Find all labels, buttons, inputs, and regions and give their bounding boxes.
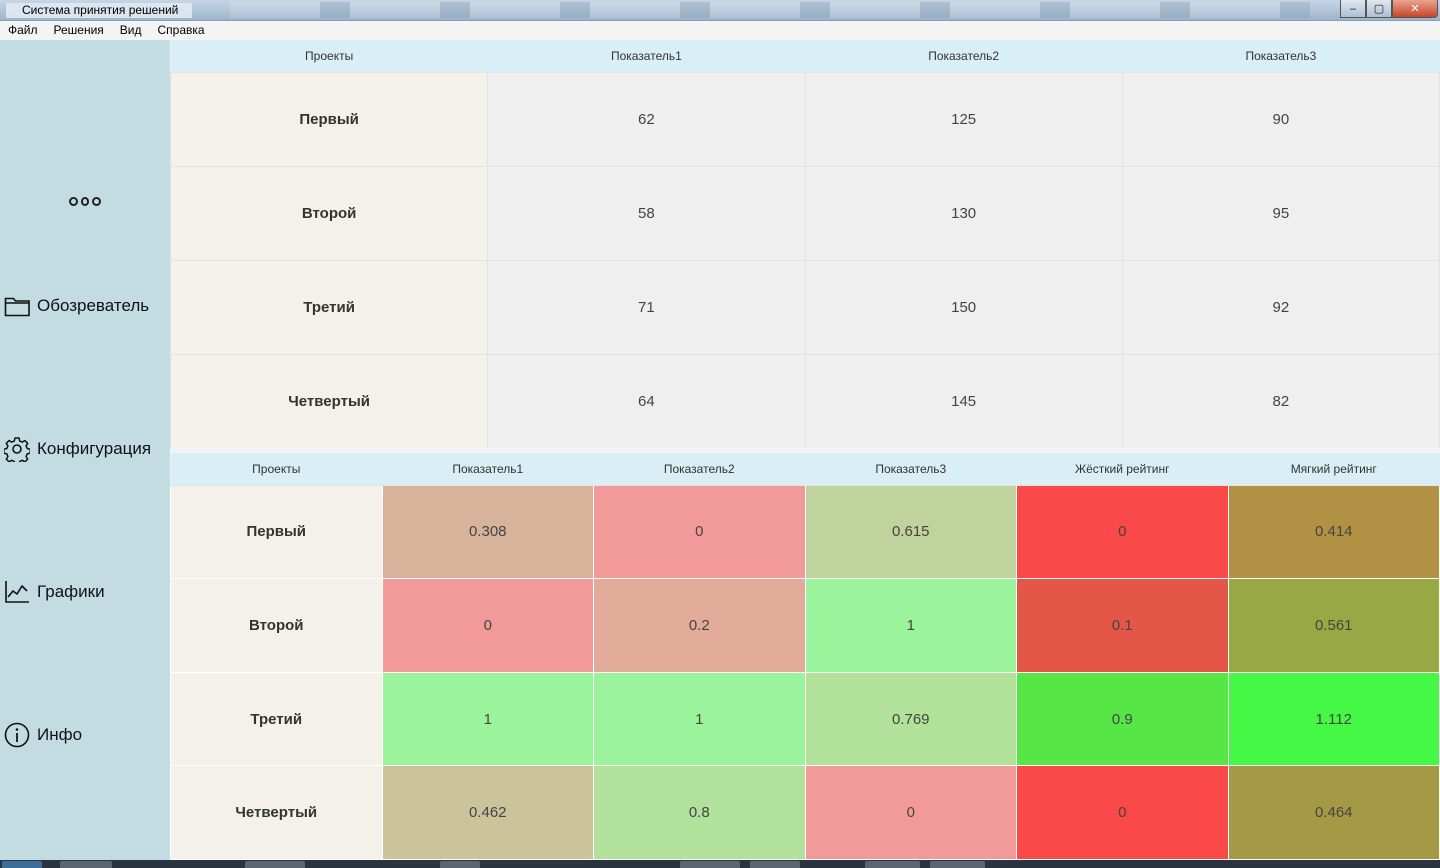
taskbar-button[interactable] <box>245 861 305 868</box>
maximize-button[interactable]: ▢ <box>1366 0 1392 18</box>
column-header[interactable]: Показатель3 <box>805 453 1017 486</box>
table-cell[interactable]: 92 <box>1121 259 1440 355</box>
start-button[interactable] <box>2 861 42 868</box>
sidebar-item-label: Инфо <box>37 725 83 744</box>
rating-cell[interactable]: 0 <box>381 578 594 673</box>
rating-cell[interactable]: 0 <box>804 765 1017 860</box>
sidebar-item-info[interactable]: Инфо <box>3 722 82 748</box>
more-icon[interactable] <box>69 197 102 209</box>
project-name[interactable]: Первый <box>169 71 489 167</box>
sidebar-item-charts[interactable]: Графики <box>3 579 105 605</box>
table-cell[interactable]: 71 <box>487 259 806 355</box>
rating-cell[interactable]: 0.1 <box>1016 578 1229 673</box>
menu-bar: Файл Решения Вид Справка <box>0 21 1440 40</box>
table-row[interactable]: Первый 62 125 90 <box>169 71 1440 167</box>
rating-cell[interactable]: 0 <box>1016 765 1229 860</box>
rating-cell[interactable]: 0.9 <box>1016 671 1229 767</box>
project-name[interactable]: Третий <box>169 259 489 355</box>
folder-icon <box>3 293 31 319</box>
rating-cell[interactable]: 0.615 <box>804 484 1017 580</box>
table-cell[interactable]: 125 <box>804 71 1123 167</box>
window-controls: ‒ ▢ ✕ <box>1340 0 1438 18</box>
column-header[interactable]: Показатель2 <box>593 453 805 486</box>
menu-view[interactable]: Вид <box>120 21 142 40</box>
column-header[interactable]: Показатель2 <box>805 40 1123 73</box>
menu-decisions[interactable]: Решения <box>54 21 104 40</box>
taskbar-button[interactable] <box>750 861 800 868</box>
sidebar-item-label: Графики <box>37 582 105 601</box>
sidebar-item-configuration[interactable]: Конфигурация <box>3 436 151 462</box>
sidebar: Обозреватель Конфигурация Графики Инфо <box>0 40 170 860</box>
menu-help[interactable]: Справка <box>158 21 205 40</box>
project-name[interactable]: Второй <box>170 578 383 673</box>
taskbar-button[interactable] <box>865 861 920 868</box>
table-cell[interactable]: 64 <box>487 353 806 449</box>
table-row[interactable]: Четвертый 64 145 82 <box>169 353 1440 449</box>
project-name[interactable]: Четвертый <box>170 765 383 860</box>
table-row[interactable]: Четвертый 0.462 0.8 0 0 0.464 <box>170 765 1440 860</box>
rating-cell[interactable]: 0.308 <box>381 484 594 580</box>
table-cell[interactable]: 95 <box>1121 165 1440 261</box>
table-cell[interactable]: 82 <box>1121 353 1440 449</box>
table-cell[interactable]: 150 <box>804 259 1123 355</box>
column-header[interactable]: Проекты <box>170 453 382 486</box>
raw-values-table: Проекты Показатель1 Показатель2 Показате… <box>169 40 1440 449</box>
sidebar-item-label: Конфигурация <box>37 439 152 458</box>
rating-cell[interactable]: 0.464 <box>1227 765 1440 860</box>
column-header[interactable]: Мягкий рейтинг <box>1228 453 1440 486</box>
rating-cell[interactable]: 1 <box>804 578 1017 673</box>
rating-cell[interactable]: 1.112 <box>1227 671 1440 767</box>
rating-cell[interactable]: 0.462 <box>381 765 594 860</box>
project-name[interactable]: Третий <box>170 671 383 767</box>
table-row[interactable]: Третий 1 1 0.769 0.9 1.112 <box>170 671 1440 767</box>
table-row[interactable]: Первый 0.308 0 0.615 0 0.414 <box>170 484 1440 580</box>
column-header[interactable]: Показатель1 <box>487 40 805 73</box>
column-header[interactable]: Проекты <box>170 40 488 73</box>
project-name[interactable]: Первый <box>170 484 383 580</box>
column-header[interactable]: Показатель3 <box>1122 40 1440 73</box>
title-bar[interactable]: Система принятия решений ‒ ▢ ✕ <box>0 0 1440 21</box>
sidebar-item-explorer[interactable]: Обозреватель <box>3 293 149 319</box>
taskbar-button[interactable] <box>680 861 740 868</box>
rating-cell[interactable]: 0.769 <box>804 671 1017 767</box>
window-title: Система принятия решений <box>6 3 193 18</box>
rating-cell[interactable]: 0.561 <box>1227 578 1440 673</box>
gear-icon <box>3 436 31 462</box>
rating-cell[interactable]: 0 <box>1016 484 1229 580</box>
project-name[interactable]: Четвертый <box>169 353 489 449</box>
taskbar-button[interactable] <box>60 861 112 868</box>
table-row[interactable]: Второй 0 0.2 1 0.1 0.561 <box>170 578 1440 673</box>
chart-icon <box>3 579 31 605</box>
close-button[interactable]: ✕ <box>1392 0 1438 18</box>
table-cell[interactable]: 62 <box>487 71 806 167</box>
table-cell[interactable]: 58 <box>487 165 806 261</box>
rating-cell[interactable]: 1 <box>593 671 806 767</box>
table-cell[interactable]: 130 <box>804 165 1123 261</box>
column-header[interactable]: Показатель1 <box>382 453 594 486</box>
table-header-row: Проекты Показатель1 Показатель2 Показате… <box>170 40 1440 73</box>
rating-cell[interactable]: 0.414 <box>1227 484 1440 580</box>
taskbar-button[interactable] <box>440 861 480 868</box>
table-cell[interactable]: 145 <box>804 353 1123 449</box>
menu-file[interactable]: Файл <box>8 21 38 40</box>
rating-cell[interactable]: 1 <box>381 671 594 767</box>
table-cell[interactable]: 90 <box>1121 71 1440 167</box>
taskbar-button[interactable] <box>930 861 985 868</box>
rating-cell[interactable]: 0.2 <box>593 578 806 673</box>
column-header[interactable]: Жёсткий рейтинг <box>1016 453 1228 486</box>
ratings-table: Проекты Показатель1 Показатель2 Показате… <box>170 453 1440 860</box>
table-header-row: Проекты Показатель1 Показатель2 Показате… <box>170 453 1440 486</box>
info-icon <box>3 722 31 748</box>
table-row[interactable]: Второй 58 130 95 <box>169 165 1440 261</box>
title-bar-background <box>230 2 1310 18</box>
minimize-button[interactable]: ‒ <box>1340 0 1366 18</box>
project-name[interactable]: Второй <box>169 165 489 261</box>
rating-cell[interactable]: 0 <box>593 484 806 580</box>
table-row[interactable]: Третий 71 150 92 <box>169 259 1440 355</box>
taskbar <box>0 860 1440 868</box>
sidebar-item-label: Обозреватель <box>37 296 150 315</box>
rating-cell[interactable]: 0.8 <box>593 765 806 860</box>
